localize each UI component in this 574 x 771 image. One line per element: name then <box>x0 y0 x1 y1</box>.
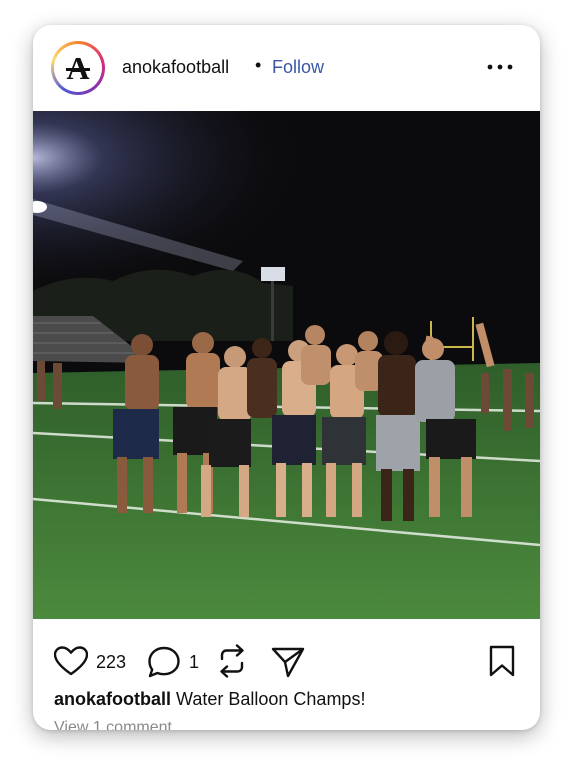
post-caption: anokafootball Water Balloon Champs! <box>54 689 365 710</box>
avatar-inner: A <box>54 44 102 92</box>
comment-count: 1 <box>189 652 200 672</box>
avatar[interactable]: A <box>51 41 105 95</box>
heart-icon[interactable] <box>54 646 88 676</box>
view-comments-link[interactable]: View 1 comment <box>54 719 172 730</box>
more-options-icon[interactable] <box>485 57 515 77</box>
comment-icon[interactable] <box>147 646 181 678</box>
like-count: 223 <box>96 652 127 672</box>
share-icon[interactable] <box>271 646 305 678</box>
caption-text: Water Balloon Champs! <box>176 689 366 709</box>
bookmark-icon[interactable] <box>488 645 516 677</box>
username[interactable]: anokafootball <box>122 57 229 78</box>
follow-button[interactable]: Follow <box>272 57 324 78</box>
caption-username[interactable]: anokafootball <box>54 689 171 709</box>
repost-icon[interactable] <box>217 644 247 678</box>
team-logo: A <box>59 49 97 87</box>
post-photo[interactable] <box>33 111 540 619</box>
post-header: A anokafootball • Follow <box>33 25 540 111</box>
separator-dot: • <box>255 55 262 75</box>
post-card: A anokafootball • Follow <box>33 25 540 730</box>
post-actions: 223 1 anokafootball Water Balloon Champs… <box>33 619 540 730</box>
